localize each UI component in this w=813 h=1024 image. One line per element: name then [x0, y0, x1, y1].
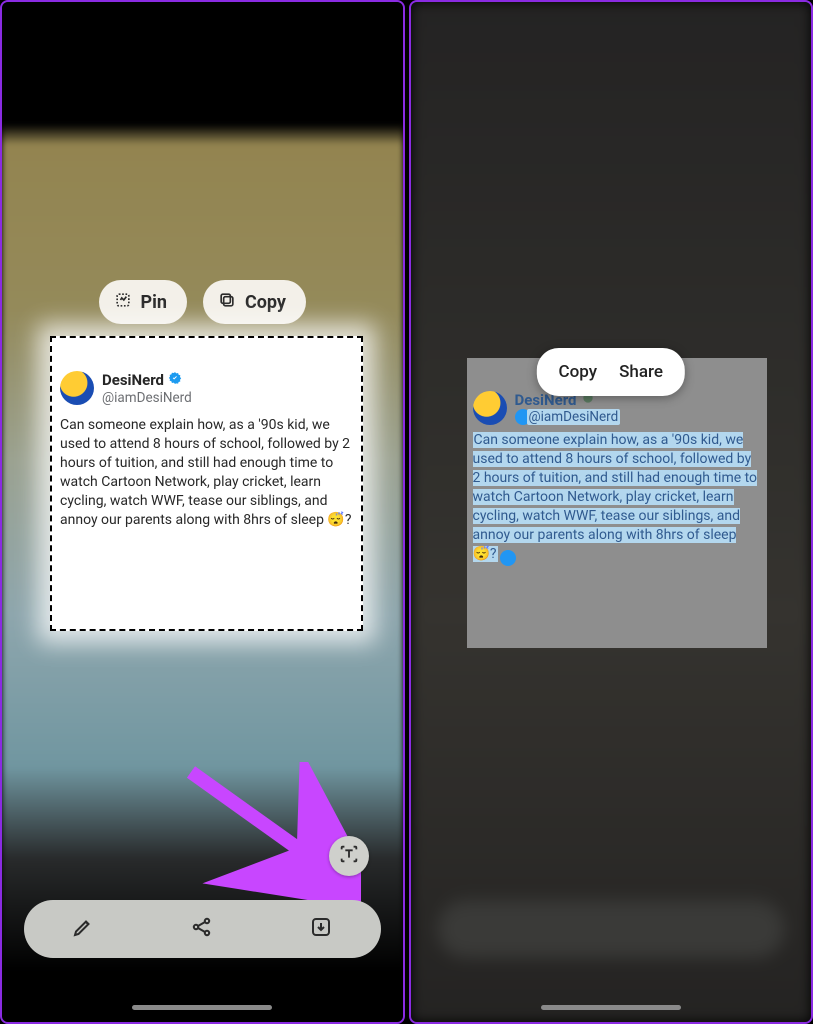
home-indicator[interactable]: [541, 1005, 681, 1010]
tweet-body: Can someone explain how, as a '90s kid, …: [60, 416, 353, 530]
tweet-header: DesiNerd @iamDesiNerd: [60, 370, 353, 406]
extracted-text-card: DesiNerd @iamDesiNerd Can someone explai…: [467, 358, 768, 648]
pencil-icon: [71, 924, 95, 943]
pin-button[interactable]: Pin: [99, 280, 187, 324]
pin-label: Pin: [141, 292, 167, 313]
menu-copy[interactable]: Copy: [559, 362, 598, 382]
copy-label: Copy: [245, 292, 286, 313]
edit-button[interactable]: [53, 905, 113, 953]
share-icon: [190, 924, 214, 943]
smart-select-actions: Pin Copy: [2, 280, 403, 324]
tweet-body-selected[interactable]: Can someone explain how, as a '90s kid, …: [473, 431, 762, 564]
selection-end-handle[interactable]: [500, 550, 516, 566]
avatar: [60, 371, 94, 405]
pin-icon: [113, 290, 133, 315]
screenshot-smartselect-pane: Pin Copy DesiNerd: [0, 0, 405, 1024]
share-button[interactable]: [172, 905, 232, 953]
tweet-handle: @iamDesiNerd: [102, 390, 192, 406]
copy-button[interactable]: Copy: [203, 280, 306, 324]
copy-icon: [217, 290, 237, 315]
capture-selection[interactable]: DesiNerd @iamDesiNerd Can someone explai…: [50, 336, 363, 631]
text-selection-menu: Copy Share: [537, 348, 685, 396]
text-extract-icon: [338, 843, 360, 869]
avatar: [473, 391, 507, 425]
text-selection-pane: DesiNerd @iamDesiNerd Can someone explai…: [409, 0, 813, 1024]
screenshot-toolbar: [24, 900, 381, 958]
tweet-author: DesiNerd: [102, 371, 164, 389]
home-indicator[interactable]: [132, 1005, 272, 1010]
save-button[interactable]: [291, 905, 351, 953]
menu-share[interactable]: Share: [619, 362, 663, 382]
text-extract-button[interactable]: [329, 836, 369, 876]
verified-icon: [168, 370, 182, 389]
tweet-handle-selected[interactable]: @iamDesiNerd: [527, 409, 621, 425]
download-icon: [309, 924, 333, 943]
